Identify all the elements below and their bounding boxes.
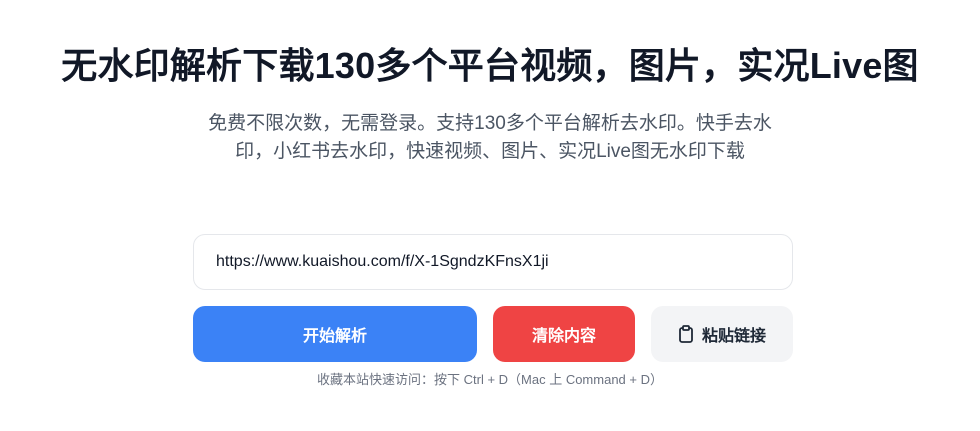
page-title: 无水印解析下载130多个平台视频，图片，实况Live图	[61, 45, 919, 86]
clipboard-icon	[678, 325, 694, 343]
bookmark-hint: 收藏本站快速访问：按下 Ctrl + D（Mac 上 Command + D）	[317, 372, 663, 387]
page-subtitle: 免费不限次数，无需登录。支持130多个平台解析去水印。快手去水印，小红书去水印，…	[208, 113, 772, 162]
url-input[interactable]	[193, 234, 793, 290]
start-parse-button[interactable]: 开始解析	[193, 306, 477, 362]
paste-link-label: 粘贴链接	[701, 328, 766, 345]
page: 无水印解析下载130多个平台视频，图片，实况Live图 免费不限次数，无需登录。…	[0, 0, 980, 431]
clear-content-label: 清除内容	[531, 328, 596, 345]
clear-content-button[interactable]: 清除内容	[493, 306, 635, 362]
paste-link-button[interactable]: 粘贴链接	[651, 306, 793, 362]
start-parse-label: 开始解析	[302, 328, 367, 345]
